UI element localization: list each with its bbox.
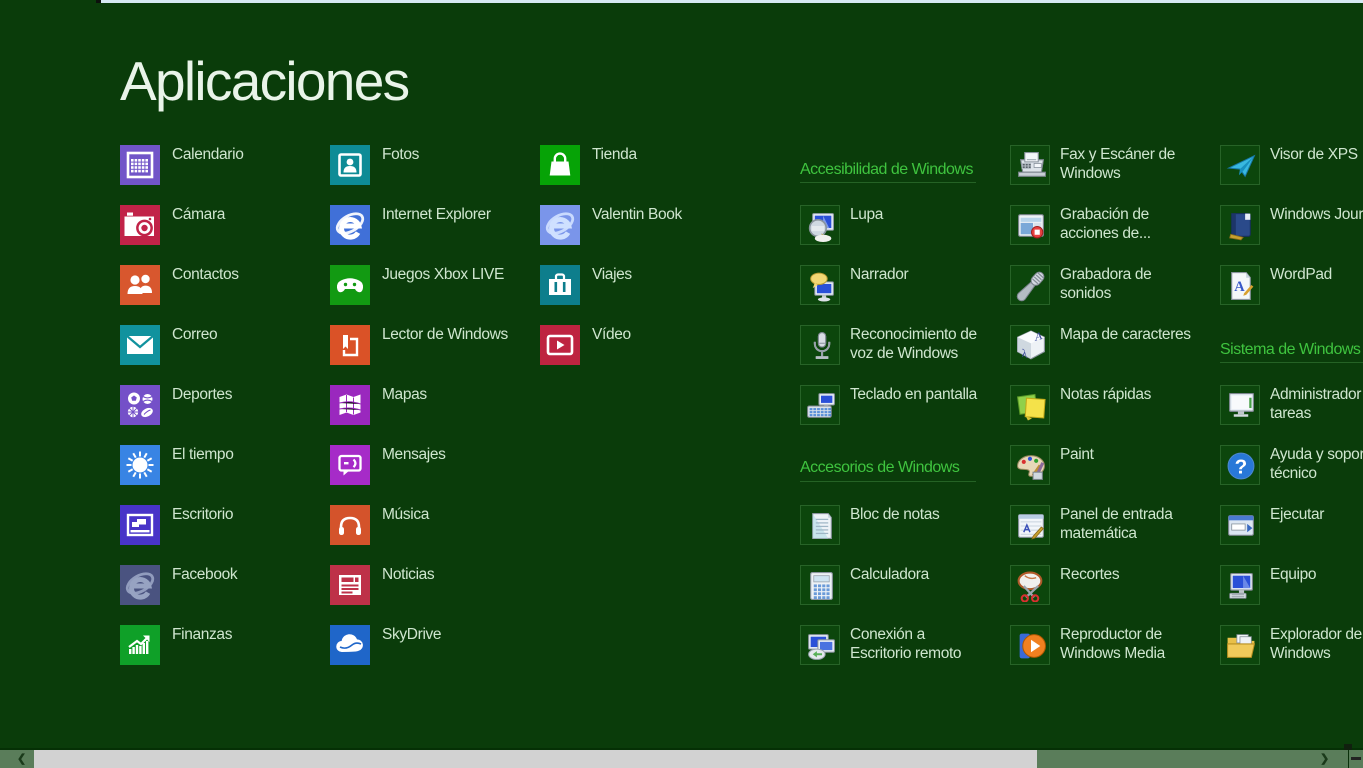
svg-text:A: A bbox=[1234, 279, 1245, 295]
svg-text:λ: λ bbox=[1022, 347, 1028, 361]
svg-text:?: ? bbox=[1235, 456, 1248, 479]
